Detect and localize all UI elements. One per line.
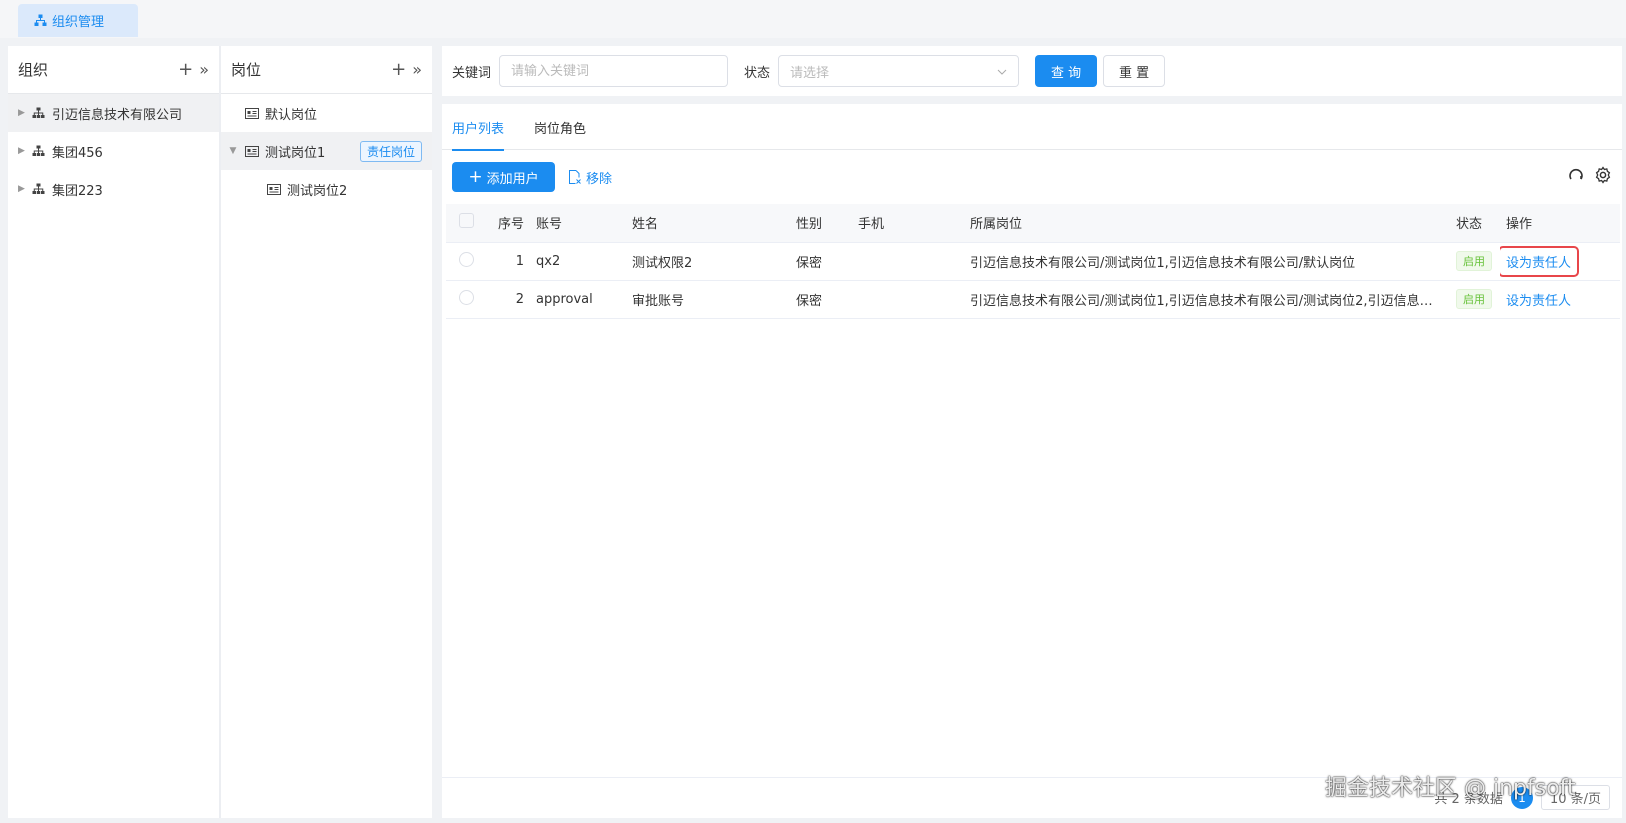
status-badge: 启用 [1456, 289, 1492, 309]
watermark: 掘金技术社区 @ jnpfsoft [1325, 776, 1576, 801]
cell-index: 2 [486, 280, 530, 319]
row-checkbox[interactable] [458, 289, 474, 305]
position-item-label: 测试岗位1 [265, 145, 326, 161]
cell-index: 1 [486, 242, 530, 281]
status-select[interactable]: 请选择 [778, 55, 1020, 87]
add-user-label: 添加用户 [486, 171, 539, 187]
table-header-row: 序号 账号 姓名 性别 手机 所属岗位 状态 操作 [446, 204, 1620, 243]
col-header: 手机 [852, 204, 964, 243]
main-content: 用户列表 岗位角色 + 添加用户 移除 序号 账号 姓名 性别 手机 所属岗位 … [442, 104, 1622, 818]
col-header: 姓名 [626, 204, 790, 243]
tab-label: 组织管理 [52, 15, 105, 30]
keyword-input[interactable] [499, 55, 729, 87]
position-tree-item[interactable]: ▼ 测试岗位1 责任岗位 [221, 132, 432, 170]
caret-right-icon[interactable]: ▶ [18, 108, 32, 118]
search-bar: 关键词 状态 请选择 查 询 重 置 [442, 46, 1622, 96]
org-tree-item[interactable]: ▶ 引迈信息技术有限公司 [8, 94, 219, 132]
collapse-position-icon[interactable]: » [412, 60, 422, 79]
status-label: 状态 [744, 65, 771, 81]
cell-positions: 引迈信息技术有限公司/测试岗位1,引迈信息技术有限公司/默认岗位 [964, 242, 1450, 281]
responsible-position-badge: 责任岗位 [359, 140, 422, 162]
caret-down-icon[interactable]: ▼ [221, 146, 245, 156]
org-node-icon [32, 107, 52, 119]
col-header: 序号 [486, 204, 530, 243]
refresh-icon[interactable] [1568, 167, 1584, 187]
position-panel: 岗位 + » 默认岗位 ▼ 测试岗位1 责任岗位 测试岗位2 [221, 46, 432, 818]
col-header: 所属岗位 [964, 204, 1450, 243]
cell-name: 测试权限2 [626, 242, 790, 281]
user-table: 序号 账号 姓名 性别 手机 所属岗位 状态 操作 1 qx2 测试权限2 保密… [446, 204, 1620, 319]
remove-button[interactable]: 移除 [567, 168, 612, 187]
cell-phone [852, 280, 964, 319]
table-toolbar: + 添加用户 移除 [442, 150, 1622, 204]
tab-user-list[interactable]: 用户列表 [452, 104, 505, 151]
col-header: 操作 [1500, 204, 1620, 243]
add-org-icon[interactable]: + [178, 59, 193, 80]
id-card-icon [245, 107, 265, 119]
table-row[interactable]: 2 approval 审批账号 保密 引迈信息技术有限公司/测试岗位1,引迈信息… [446, 280, 1620, 319]
org-item-label: 引迈信息技术有限公司 [52, 107, 183, 123]
remove-file-icon [569, 170, 581, 184]
settings-gear-icon[interactable] [1594, 166, 1612, 188]
org-panel: 组织 + » ▶ 引迈信息技术有限公司 ▶ 集团456 ▶ 集团223 [8, 46, 219, 818]
add-position-icon[interactable]: + [391, 59, 406, 80]
cell-name: 审批账号 [626, 280, 790, 319]
collapse-org-icon[interactable]: » [199, 60, 209, 79]
id-card-icon [267, 183, 287, 195]
org-chart-icon [34, 14, 47, 26]
cell-account: approval [530, 280, 626, 319]
cell-account: qx2 [530, 242, 626, 281]
row-checkbox[interactable] [458, 251, 474, 267]
org-panel-header: 组织 + » [8, 46, 219, 94]
cell-positions: 引迈信息技术有限公司/测试岗位1,引迈信息技术有限公司/测试岗位2,引迈信息技术… [964, 280, 1450, 319]
org-node-icon [32, 145, 52, 157]
col-header: 性别 [790, 204, 852, 243]
position-tree-item[interactable]: 测试岗位2 [221, 170, 432, 208]
status-badge: 启用 [1456, 251, 1492, 271]
col-header: 账号 [530, 204, 626, 243]
cell-gender: 保密 [790, 280, 852, 319]
org-item-label: 集团223 [52, 183, 103, 199]
caret-right-icon[interactable]: ▶ [18, 184, 32, 194]
keyword-label: 关键词 [452, 65, 492, 81]
status-placeholder: 请选择 [790, 65, 830, 81]
org-panel-title: 组织 [18, 61, 49, 79]
reset-button[interactable]: 重 置 [1103, 55, 1166, 87]
plus-icon: + [468, 167, 483, 187]
chevron-down-icon [997, 64, 1007, 79]
add-user-button[interactable]: + 添加用户 [452, 162, 555, 192]
content-tabs: 用户列表 岗位角色 [442, 104, 1622, 151]
tab-org-management[interactable]: 组织管理 [18, 4, 138, 37]
caret-right-icon[interactable]: ▶ [18, 146, 32, 156]
col-header: 状态 [1450, 204, 1500, 243]
org-tree-item[interactable]: ▶ 集团223 [8, 170, 219, 208]
position-panel-title: 岗位 [231, 61, 262, 79]
cell-gender: 保密 [790, 242, 852, 281]
set-responsible-link[interactable]: 设为责任人 [1500, 245, 1580, 277]
top-tabs-bar: 组织管理 [0, 0, 1626, 38]
select-all-checkbox[interactable] [458, 213, 474, 229]
id-card-icon [245, 145, 265, 157]
set-responsible-link[interactable]: 设为责任人 [1506, 290, 1571, 309]
org-node-icon [32, 183, 52, 195]
position-tree-item[interactable]: 默认岗位 [221, 94, 432, 132]
cell-phone [852, 242, 964, 281]
query-button[interactable]: 查 询 [1035, 55, 1098, 87]
org-item-label: 集团456 [52, 145, 103, 161]
position-item-label: 默认岗位 [265, 107, 318, 123]
remove-label: 移除 [586, 171, 613, 187]
table-row[interactable]: 1 qx2 测试权限2 保密 引迈信息技术有限公司/测试岗位1,引迈信息技术有限… [446, 242, 1620, 281]
position-item-label: 测试岗位2 [287, 183, 348, 199]
tab-position-roles[interactable]: 岗位角色 [534, 104, 586, 150]
position-panel-header: 岗位 + » [221, 46, 432, 94]
org-tree-item[interactable]: ▶ 集团456 [8, 132, 219, 170]
